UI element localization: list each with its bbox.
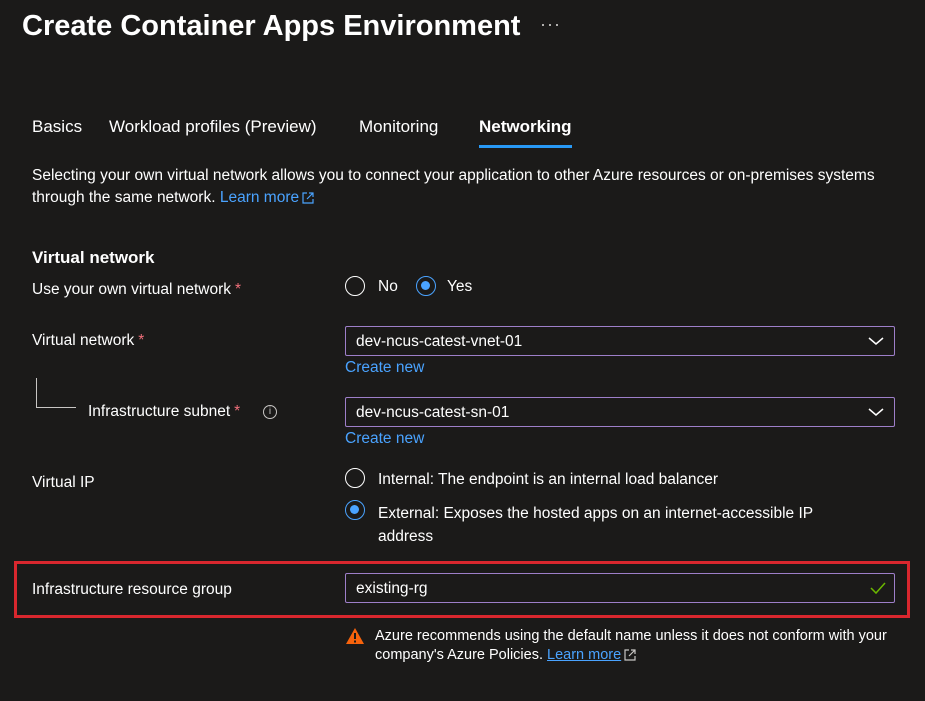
infrastructure-subnet-dropdown[interactable]: dev-ncus-catest-sn-01 — [345, 397, 895, 427]
tree-connector-horizontal — [36, 407, 76, 408]
warning-message: Azure recommends using the default name … — [375, 628, 887, 663]
tab-basics[interactable]: Basics — [32, 117, 82, 137]
tab-networking[interactable]: Networking — [479, 117, 572, 137]
learn-more-link[interactable]: Learn more — [220, 189, 314, 206]
virtual-network-dropdown[interactable]: dev-ncus-catest-vnet-01 — [345, 326, 895, 356]
use-own-vnet-label: Use your own virtual network * — [32, 281, 242, 298]
networking-description: Selecting your own virtual network allow… — [32, 165, 892, 209]
radio-no[interactable] — [345, 276, 365, 296]
warning-icon — [346, 628, 364, 644]
active-tab-indicator — [479, 145, 572, 148]
radio-internal[interactable] — [345, 468, 365, 488]
radio-internal-label: Internal: The endpoint is an internal lo… — [378, 471, 719, 488]
radio-external[interactable] — [345, 500, 365, 520]
infrastructure-rg-input[interactable]: existing-rg — [345, 573, 895, 603]
infrastructure-rg-value: existing-rg — [356, 580, 428, 597]
radio-yes-label: Yes — [447, 278, 473, 295]
external-link-icon — [302, 192, 314, 204]
chevron-down-icon — [868, 408, 884, 416]
tab-monitoring[interactable]: Monitoring — [359, 117, 438, 137]
virtual-network-label: Virtual network * — [32, 332, 145, 349]
virtual-network-value: dev-ncus-catest-vnet-01 — [356, 333, 523, 350]
infrastructure-subnet-value: dev-ncus-catest-sn-01 — [356, 404, 510, 421]
infrastructure-subnet-label: Infrastructure subnet * — [88, 403, 241, 420]
create-new-vnet-link[interactable]: Create new — [345, 359, 424, 377]
info-icon[interactable]: i — [263, 405, 277, 419]
chevron-down-icon — [868, 337, 884, 345]
create-new-subnet-link[interactable]: Create new — [345, 430, 424, 448]
infrastructure-rg-label: Infrastructure resource group — [32, 581, 232, 598]
more-options-icon[interactable]: ··· — [540, 14, 561, 35]
radio-no-label: No — [378, 278, 398, 295]
tree-connector — [36, 378, 37, 408]
radio-yes[interactable] — [416, 276, 436, 296]
radio-external-label: External: Exposes the hosted apps on an … — [378, 505, 813, 545]
warning-learn-more-link[interactable]: Learn more — [547, 647, 621, 663]
virtual-ip-label: Virtual IP — [32, 474, 95, 491]
description-text: Selecting your own virtual network allow… — [32, 167, 875, 206]
checkmark-icon — [870, 582, 886, 595]
external-link-icon — [624, 649, 636, 661]
page-title: Create Container Apps Environment — [22, 10, 521, 42]
tab-workload-profiles[interactable]: Workload profiles (Preview) — [109, 117, 317, 137]
virtual-network-heading: Virtual network — [32, 248, 155, 267]
